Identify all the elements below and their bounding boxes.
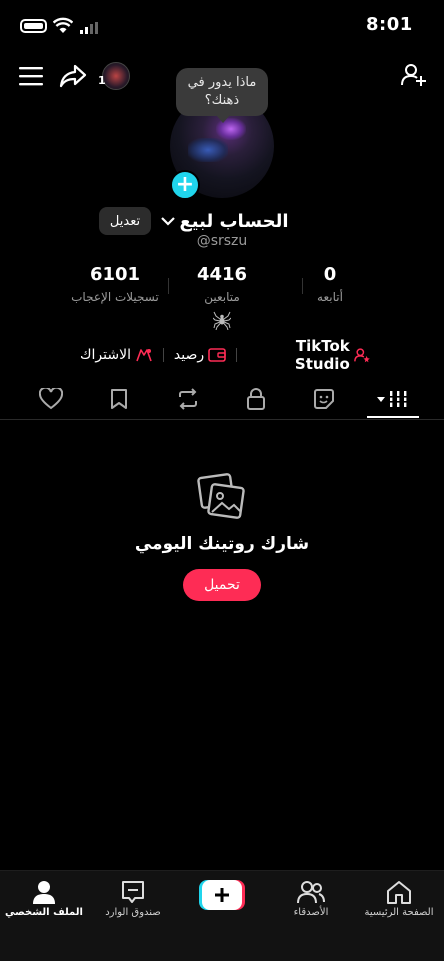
battery-icon (20, 19, 47, 33)
username: @srszu (196, 233, 248, 249)
followers-label: متابعين (204, 290, 240, 304)
status-time: 8:01 (366, 14, 413, 35)
likes-label: تسجيلات الإعجاب (71, 290, 159, 304)
stat-divider (302, 278, 303, 294)
thought-bubble[interactable]: ماذا يدور في ذهنك؟ (176, 68, 268, 123)
spider-icon (213, 311, 231, 330)
tabs-divider (0, 419, 444, 420)
tool-divider (236, 348, 238, 362)
nav-home[interactable]: الصفحة الرئيسية (355, 879, 443, 929)
tab-private[interactable] (234, 380, 278, 418)
edit-profile-button[interactable]: تعديل (99, 207, 151, 235)
studio-person-icon (353, 348, 370, 363)
nav-friends-label: الأصدقاء (293, 907, 329, 918)
tab-videos-grid[interactable] (371, 380, 415, 418)
display-name-row[interactable]: الحساب لبيع (160, 208, 290, 234)
tab-saved[interactable] (97, 380, 141, 418)
tab-liked[interactable] (29, 380, 73, 418)
balance-label: رصيد (173, 347, 205, 363)
upload-button[interactable]: تحميل (183, 569, 261, 601)
home-icon (387, 881, 411, 904)
following-count: 0 (323, 264, 337, 285)
tiktok-studio-link[interactable]: TikTok Studio (247, 337, 370, 373)
signal-icon (80, 22, 98, 34)
create-video-button[interactable] (199, 880, 245, 910)
grid-icon (377, 391, 408, 407)
tool-divider (162, 348, 164, 362)
lock-icon (247, 388, 265, 410)
add-story-icon[interactable]: + (170, 170, 200, 200)
photos-icon (197, 473, 245, 519)
content-tabs (0, 380, 444, 420)
active-tab-indicator (367, 416, 419, 418)
friends-icon (297, 881, 325, 904)
menu-icon[interactable] (16, 62, 46, 90)
following-label: أتابعه (317, 290, 343, 304)
empty-state-title: شارك روتينك اليومي (134, 534, 310, 554)
nav-inbox[interactable]: صندوق الوارد (89, 879, 177, 929)
nav-profile-label: الملف الشخصي (5, 907, 83, 918)
tiktok-studio-label: TikTok Studio (294, 337, 350, 373)
tab-stories[interactable] (302, 380, 346, 418)
share-icon[interactable] (56, 60, 90, 92)
wifi-icon (53, 17, 73, 33)
chevron-down-icon (161, 217, 176, 226)
creator-tools-row: TikTok Studio رصيد الاشتراك (80, 337, 370, 373)
wallet-icon (208, 348, 226, 362)
nav-inbox-label: صندوق الوارد (105, 907, 161, 918)
followers-stat[interactable]: 4416 متابعين (162, 264, 282, 304)
repost-icon (179, 388, 197, 410)
display-name: الحساب لبيع (179, 210, 289, 232)
likes-count: 6101 (89, 264, 141, 285)
tab-reposts[interactable] (166, 380, 210, 418)
story-icon (314, 389, 334, 409)
likes-stat[interactable]: 6101 تسجيلات الإعجاب (55, 264, 175, 304)
subscription-link[interactable]: الاشتراك (80, 347, 153, 363)
nav-profile[interactable]: الملف الشخصي (0, 879, 88, 929)
add-friend-icon[interactable] (398, 60, 430, 90)
inbox-icon (122, 881, 144, 903)
subscription-icon (136, 349, 152, 362)
balance-link[interactable]: رصيد (174, 347, 226, 363)
heart-icon (39, 388, 63, 410)
nav-home-label: الصفحة الرئيسية (364, 907, 434, 918)
following-stat[interactable]: 0 أتابعه (270, 264, 390, 304)
bookmark-icon (111, 389, 127, 409)
followers-count: 4416 (196, 264, 248, 285)
nav-friends[interactable]: الأصدقاء (267, 879, 355, 929)
subscription-label: الاشتراك (80, 347, 131, 363)
profile-icon (33, 881, 55, 904)
notification-badge: 1 (98, 74, 106, 87)
